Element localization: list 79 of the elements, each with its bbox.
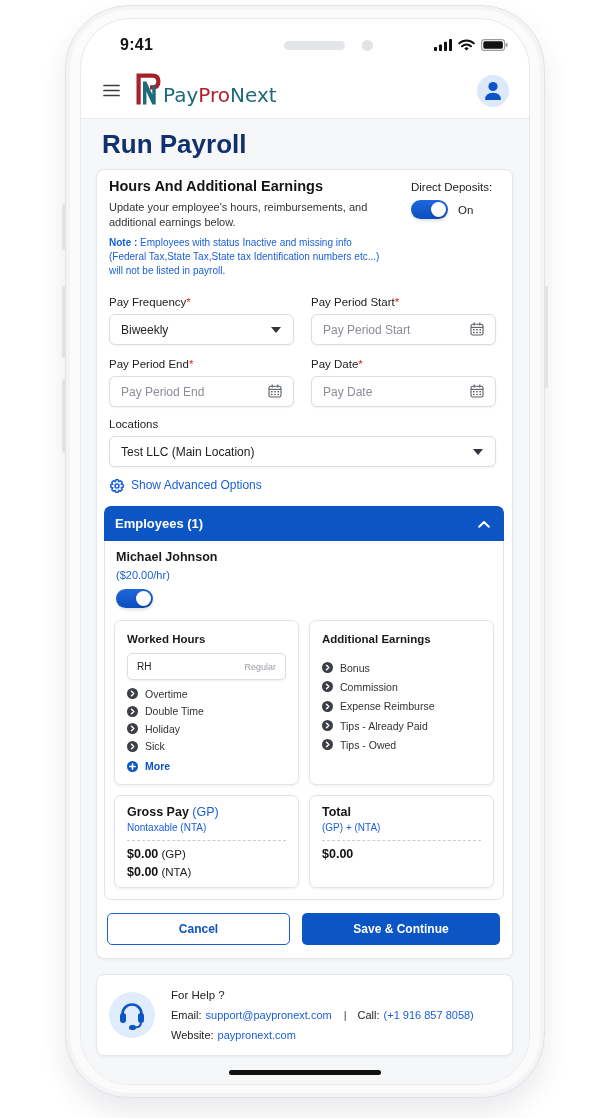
employee-name: Michael Johnson (116, 550, 219, 565)
earning-type-item[interactable]: Commission (322, 677, 398, 697)
card-heading: Additional Earnings (322, 632, 432, 646)
earning-type-item[interactable]: Tips - Owed (322, 735, 397, 755)
gross-pay-subtitle: Nontaxable (NTA) (127, 821, 208, 834)
avatar-icon[interactable] (477, 74, 509, 107)
speaker-grille (283, 40, 345, 50)
field-label: Locations (109, 417, 160, 431)
gross-pay-title: Gross Pay (GP) (127, 805, 220, 820)
wifi-icon (458, 39, 475, 51)
caret-down-icon (271, 326, 281, 333)
field-label: Pay Date* (311, 357, 364, 371)
field-label: Pay Period End* (109, 357, 195, 371)
calendar-icon[interactable] (268, 384, 282, 398)
earning-type-item[interactable]: Tips - Already Paid (322, 715, 428, 736)
separator: | (343, 1008, 347, 1023)
hourly-rate: ($20.00/hr) (116, 568, 171, 582)
contact-link[interactable]: (+1 916 857 8058) (383, 1007, 474, 1023)
plus-circle-icon (127, 760, 138, 772)
chevron-circle-icon (127, 740, 138, 752)
amount-text: $0.00 (NTA) (127, 864, 193, 881)
calendar-icon[interactable] (470, 322, 484, 336)
headset-icon (109, 992, 155, 1038)
contact-label: Website: (171, 1028, 214, 1043)
chevron-circle-icon (127, 705, 138, 717)
direct-deposits-toggle[interactable] (411, 200, 448, 219)
chevron-circle-icon (322, 739, 333, 751)
total-title: Total (322, 805, 352, 820)
caret-down-icon (473, 448, 483, 455)
hours-type-item[interactable]: Holiday (127, 720, 181, 738)
employees-panel-header[interactable]: Employees (1) (104, 506, 504, 541)
date-field[interactable]: Pay Period End (109, 376, 294, 407)
calendar-icon[interactable] (470, 384, 484, 398)
hours-type-item[interactable]: Sick (127, 737, 165, 755)
contact-label: Call: (357, 1008, 380, 1023)
help-title: For Help ? (171, 988, 226, 1003)
menu-icon[interactable] (103, 84, 120, 97)
hours-type-item[interactable]: Overtime (127, 685, 188, 703)
page-title: Run Payroll (102, 129, 248, 159)
earning-type-item[interactable]: Expense Reimburse (322, 696, 435, 716)
save-continue-button[interactable]: Save & Continue (302, 913, 500, 945)
field-label: Pay Frequency* (109, 295, 192, 309)
contact-label: Email: (171, 1008, 202, 1023)
toggle-state-label: On (458, 203, 474, 216)
note-text: Note : Employees with status Inactive and missing info (Federal Tax,State Tax,State tax Identification numbers etc...) will not be listed in payroll. (109, 236, 381, 278)
amount-text: $0.00 (GP) (127, 846, 187, 863)
chevron-circle-icon (322, 681, 333, 693)
advanced-options-link[interactable]: Show Advanced Options (110, 478, 262, 493)
camera-lens-icon (361, 39, 373, 51)
date-field[interactable]: Pay Date (311, 376, 496, 407)
hours-type-item[interactable]: Double Time (127, 702, 204, 720)
contact-link[interactable]: support@paypronext.com (205, 1007, 332, 1023)
chevron-circle-icon (322, 720, 333, 732)
chevron-circle-icon (127, 688, 138, 700)
card-heading: Worked Hours (127, 632, 207, 646)
more-link[interactable]: More (127, 760, 171, 772)
dropdown-field[interactable]: Test LLC (Main Location) (109, 436, 496, 467)
section-description: Update your employee's hours, reimbursements, and additional earnings below. (109, 200, 369, 230)
section-title: Hours And Additional Earnings (109, 177, 324, 195)
direct-deposits-label: Direct Deposits: (411, 180, 494, 194)
total-amount: $0.00 (322, 846, 355, 863)
contact-link[interactable]: paypronext.com (217, 1027, 296, 1043)
cancel-button[interactable]: Cancel (107, 913, 290, 945)
date-field[interactable]: Pay Period Start (311, 314, 496, 345)
chevron-circle-icon (127, 723, 138, 735)
battery-icon (481, 39, 508, 51)
logo-wordmark: PayProNext (163, 84, 277, 105)
signal-icon (434, 39, 452, 51)
employee-toggle[interactable] (116, 589, 153, 608)
total-formula: (GP) + (NTA) (322, 821, 382, 834)
chevron-circle-icon (322, 662, 333, 674)
status-time: 9:41 (120, 36, 154, 54)
earning-type-item[interactable]: Bonus (322, 658, 370, 678)
monogram-logo-icon (135, 71, 162, 106)
chevron-circle-icon (322, 700, 333, 712)
dropdown-field[interactable]: Biweekly (109, 314, 294, 345)
field-label: Pay Period Start* (311, 295, 401, 309)
field-prefix: RH (137, 661, 152, 673)
settings-icon (110, 478, 124, 493)
